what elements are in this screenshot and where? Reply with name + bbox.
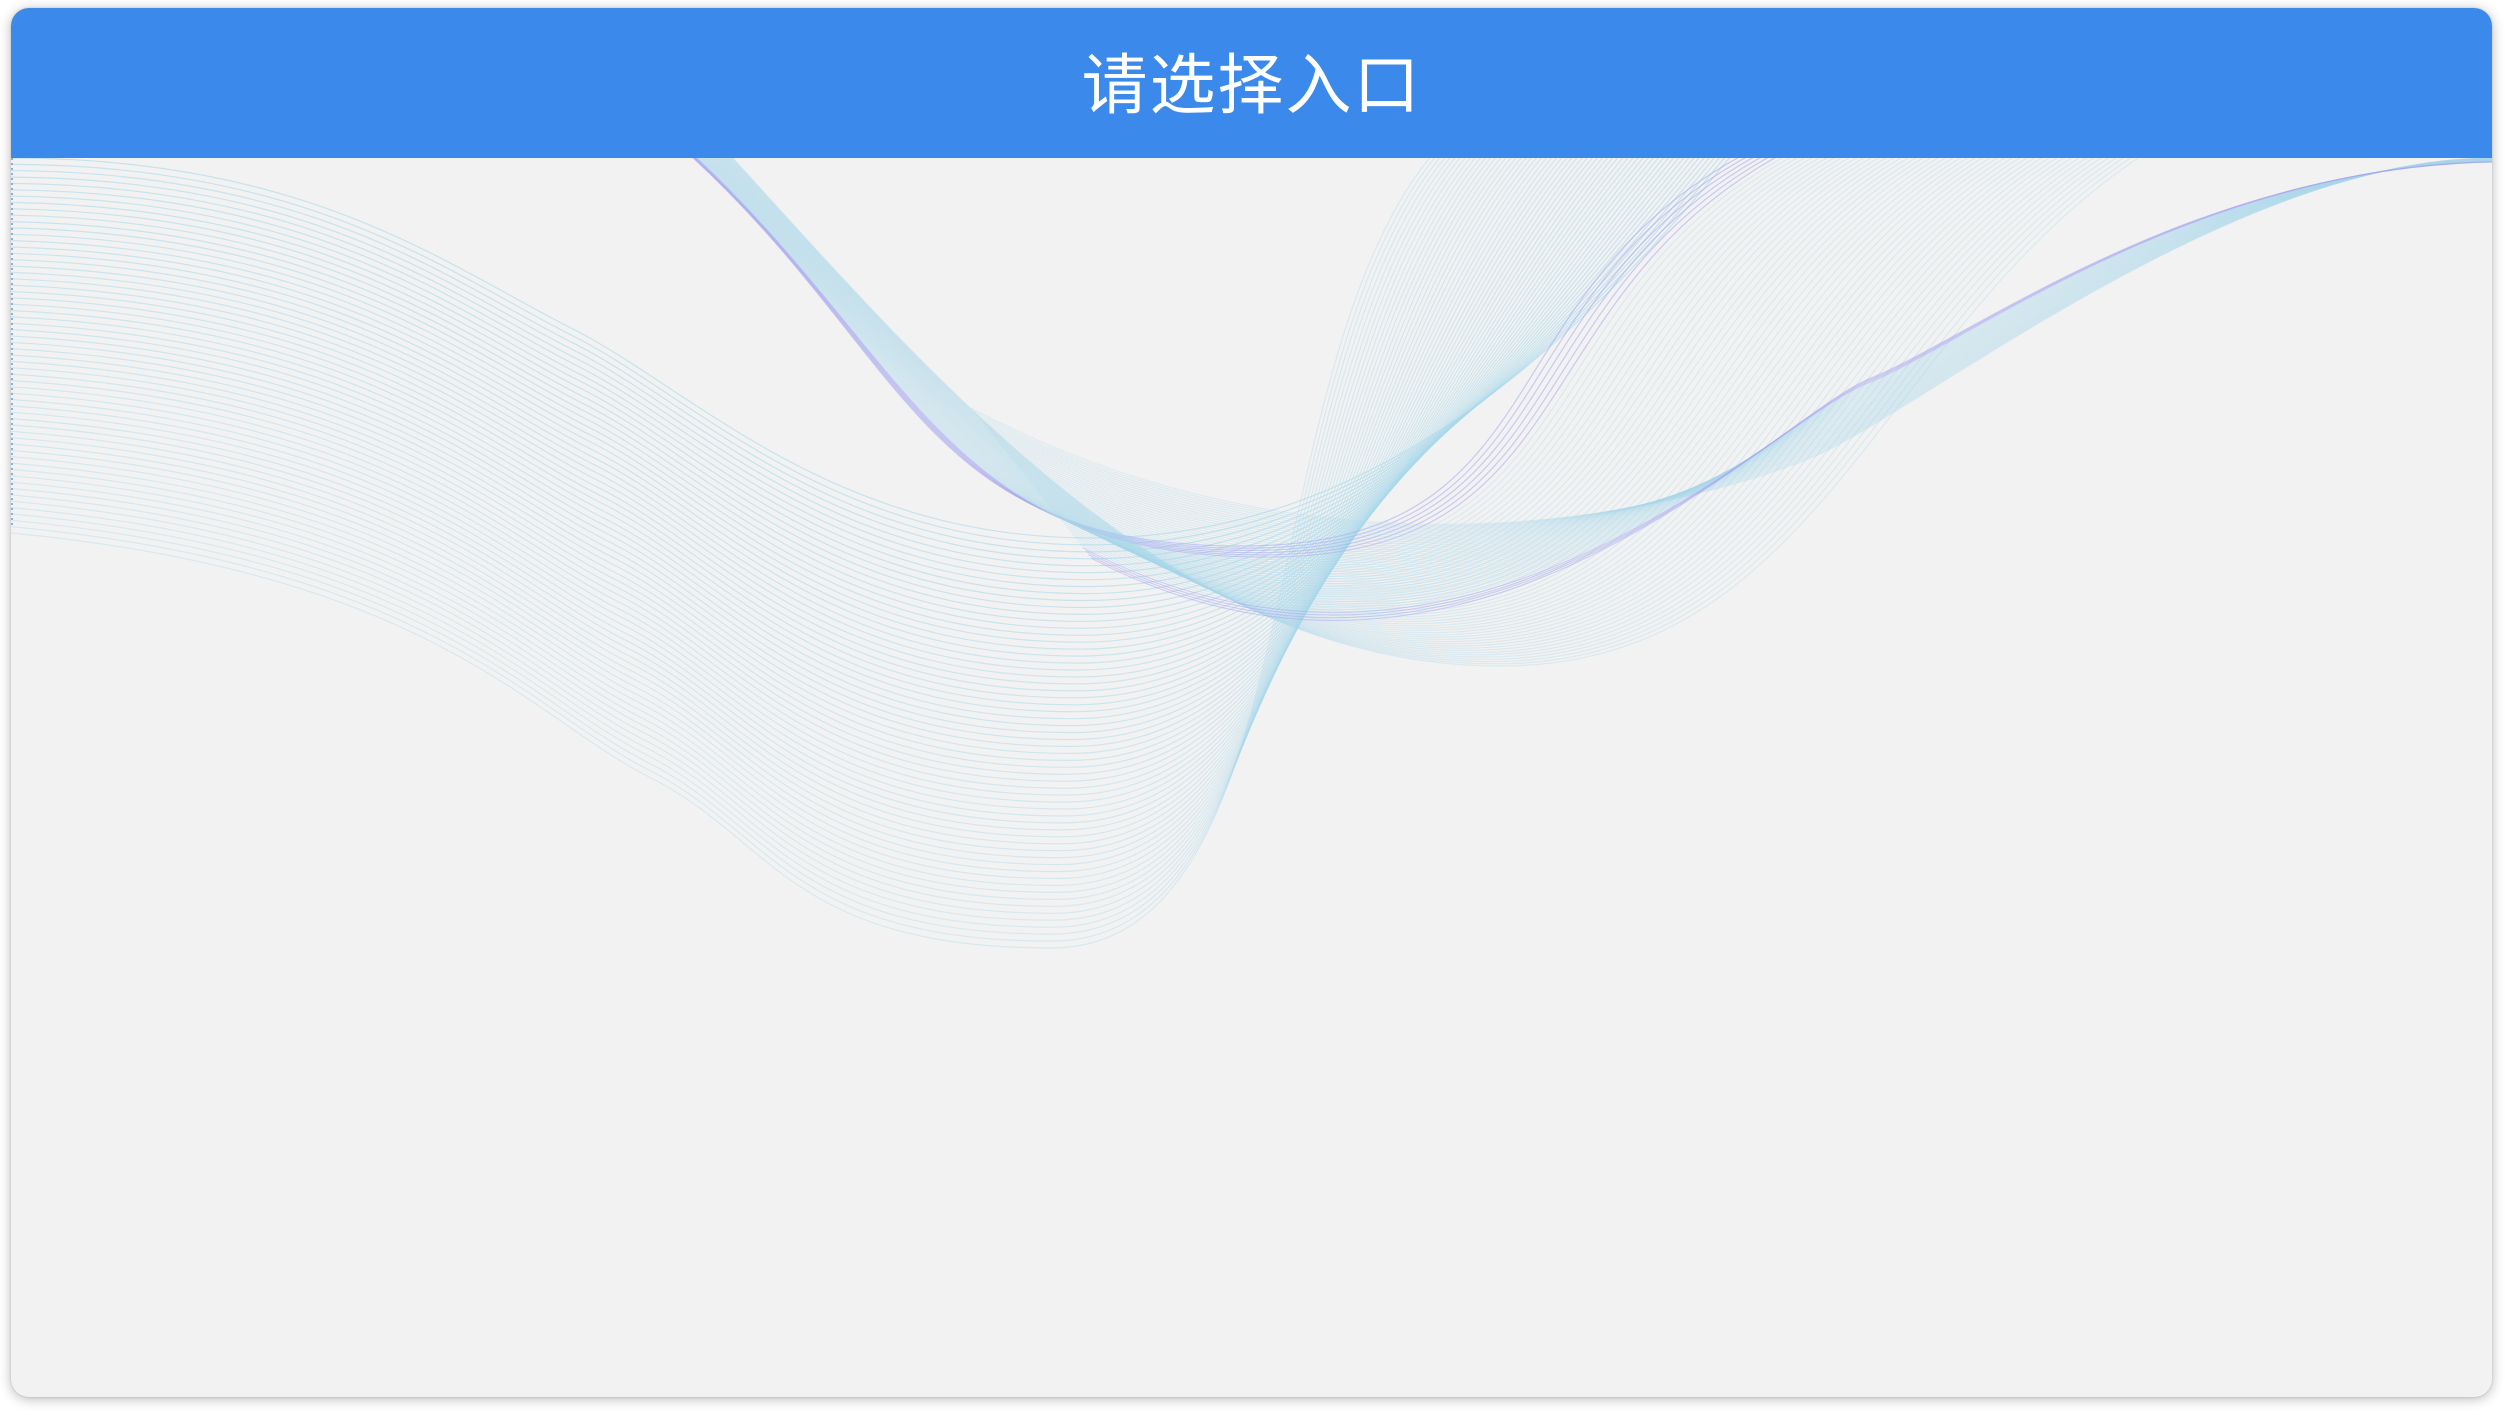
wave-line	[11, 158, 1512, 838]
wave-line	[1025, 159, 2492, 561]
wave-line	[1058, 160, 2492, 590]
wave-line	[1028, 159, 2492, 563]
wave-line	[1047, 159, 2492, 580]
wave-background-decoration	[11, 158, 2492, 949]
dialog-title: 请选择入口	[1081, 47, 1422, 124]
wave-line	[693, 158, 1754, 552]
dialog-header: 请选择入口	[11, 8, 2492, 158]
entry-selection-dialog: 请选择入口	[11, 8, 2492, 1397]
dialog-body	[11, 158, 2492, 1397]
wave-line	[1036, 159, 2492, 570]
wave-line	[11, 158, 1446, 928]
wave-line	[1008, 158, 2492, 548]
wave-line	[695, 158, 1769, 556]
wave-line	[1017, 158, 2492, 555]
wave-line	[11, 158, 1497, 859]
wave-line	[1019, 159, 2492, 557]
wave-line	[998, 158, 2492, 541]
wave-line	[11, 158, 1700, 581]
wave-line	[694, 158, 1761, 554]
wave-line	[1049, 160, 2492, 582]
wave-line	[11, 158, 1527, 817]
